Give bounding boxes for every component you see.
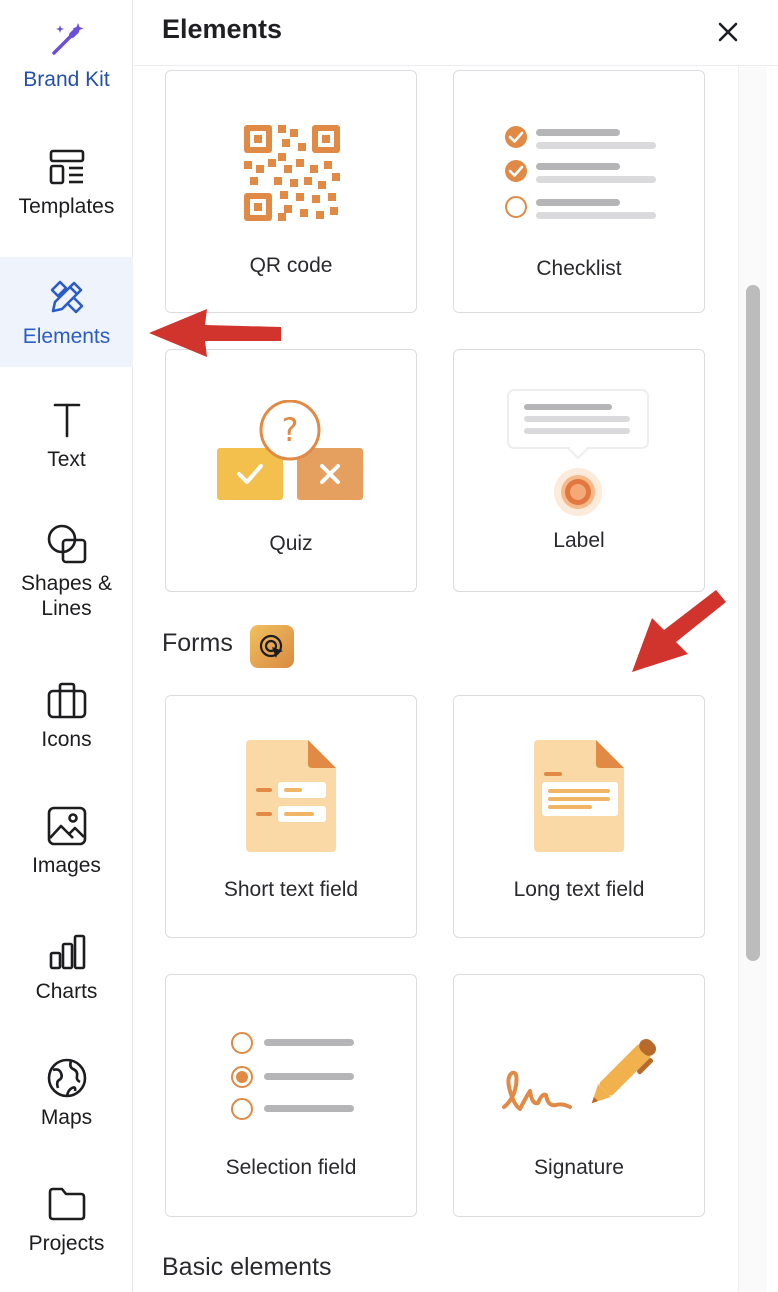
qr-code-icon xyxy=(244,125,340,221)
sidebar-item-label: Shapes & Lines xyxy=(20,572,113,620)
panel-header: Elements xyxy=(134,0,778,66)
selection-field-icon xyxy=(231,1032,354,1120)
quiz-icon: ? xyxy=(217,400,363,500)
quiz-card[interactable]: ? Quiz xyxy=(165,349,417,592)
card-label: Label xyxy=(553,529,605,552)
close-icon xyxy=(718,22,738,42)
sidebar-item-label: Images xyxy=(32,853,101,877)
checklist-card[interactable]: Checklist xyxy=(453,70,705,313)
short-text-field-card[interactable]: Short text field xyxy=(165,695,417,938)
sidebar-item-projects[interactable]: Projects xyxy=(0,1164,133,1274)
sidebar-item-label: Projects xyxy=(28,1231,105,1255)
elements-icon xyxy=(46,276,88,318)
section-title-basic-elements: Basic elements xyxy=(162,1253,332,1281)
card-label: QR code xyxy=(249,254,333,277)
sidebar-item-label: Charts xyxy=(35,979,98,1003)
long-text-field-icon xyxy=(534,740,624,852)
sidebar-item-label: Templates xyxy=(18,194,115,218)
sidebar-item-shapes-lines[interactable]: Shapes & Lines xyxy=(0,517,133,627)
card-label: Checklist xyxy=(536,257,622,280)
sidebar-item-label: Icons xyxy=(41,727,92,751)
image-icon xyxy=(46,805,88,847)
globe-icon xyxy=(46,1057,88,1099)
left-nav-rail: Brand Kit Templates Elements Text Shapes… xyxy=(0,0,133,1292)
bar-chart-icon xyxy=(46,931,88,973)
sidebar-item-templates[interactable]: Templates xyxy=(0,127,133,237)
magic-wand-icon xyxy=(46,19,88,61)
sidebar-item-label: Elements xyxy=(22,324,111,348)
checklist-icon xyxy=(505,126,656,219)
sidebar-item-elements[interactable]: Elements xyxy=(0,257,133,367)
card-label: Quiz xyxy=(269,532,313,555)
label-icon xyxy=(507,389,649,516)
qr-code-card[interactable]: QR code xyxy=(165,70,417,313)
selection-field-card[interactable]: Selection field xyxy=(165,974,417,1217)
text-icon xyxy=(46,399,88,441)
shapes-icon xyxy=(46,523,88,565)
short-text-field-icon xyxy=(246,740,336,852)
forms-badge xyxy=(250,625,294,668)
section-title-forms: Forms xyxy=(162,629,233,657)
card-label: Signature xyxy=(534,1156,624,1179)
signature-card[interactable]: Signature xyxy=(453,974,705,1217)
card-label: Long text field xyxy=(513,878,645,901)
sidebar-item-charts[interactable]: Charts xyxy=(0,912,133,1022)
sidebar-item-label: Maps xyxy=(40,1105,93,1129)
briefcase-icon xyxy=(46,679,88,721)
templates-icon xyxy=(46,146,88,188)
close-button[interactable] xyxy=(712,16,744,48)
label-card[interactable]: Label xyxy=(453,349,705,592)
panel-title: Elements xyxy=(162,14,283,44)
card-label: Selection field xyxy=(225,1156,357,1179)
sidebar-item-icons[interactable]: Icons xyxy=(0,660,133,770)
scrollbar-thumb[interactable] xyxy=(746,285,760,961)
long-text-field-card[interactable]: Long text field xyxy=(453,695,705,938)
cursor-click-icon xyxy=(259,634,283,658)
card-label: Short text field xyxy=(223,878,359,901)
signature-icon xyxy=(502,1039,656,1111)
svg-text:?: ? xyxy=(282,411,299,449)
sidebar-item-images[interactable]: Images xyxy=(0,786,133,896)
elements-panel: Elements QR code Checklist ? Quiz Label … xyxy=(134,0,778,1292)
sidebar-item-label: Brand Kit xyxy=(23,67,110,91)
folder-icon xyxy=(46,1183,88,1225)
sidebar-item-brand-kit[interactable]: Brand Kit xyxy=(0,0,133,110)
sidebar-item-label: Text xyxy=(47,447,86,471)
sidebar-item-text[interactable]: Text xyxy=(0,380,133,490)
sidebar-item-maps[interactable]: Maps xyxy=(0,1038,133,1148)
